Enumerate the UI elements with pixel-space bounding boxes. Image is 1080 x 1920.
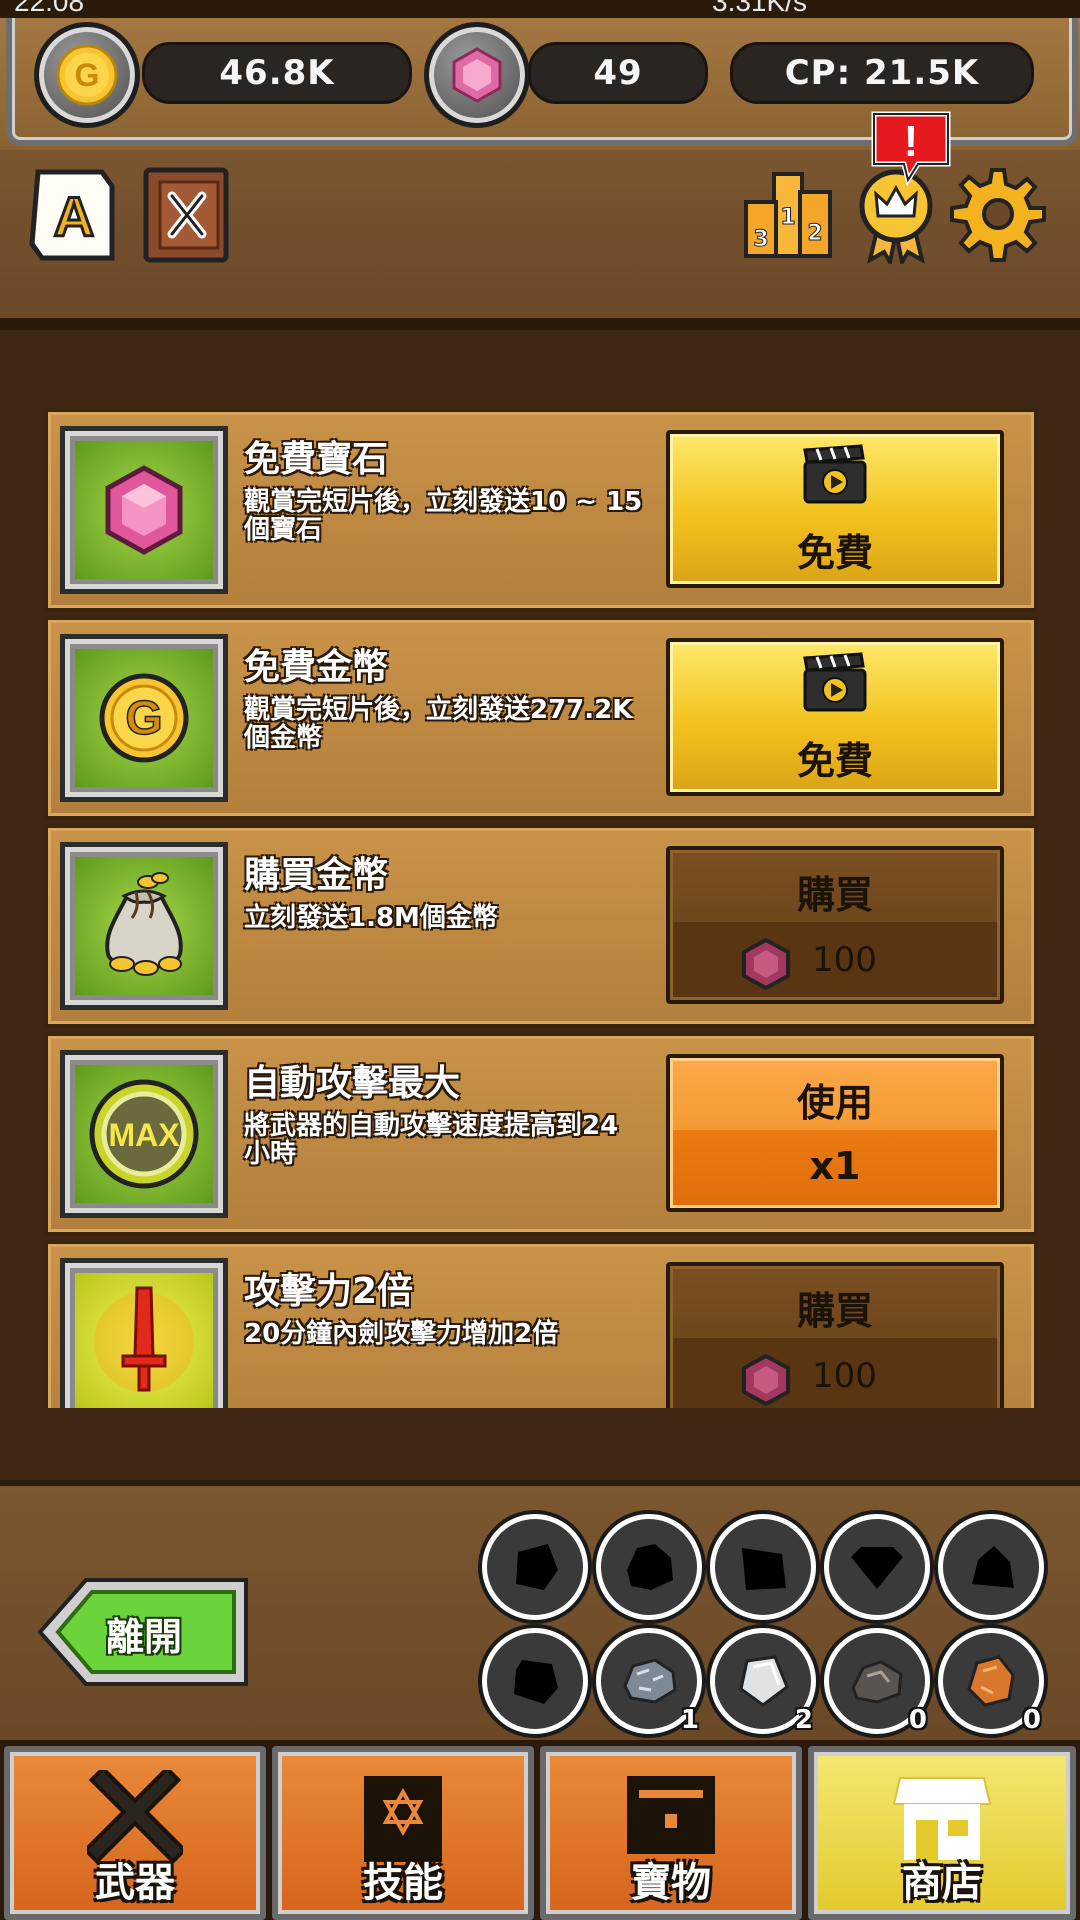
silver-ore[interactable]: 2 bbox=[710, 1628, 816, 1735]
buy-attack-double-button[interactable]: 購買 100 bbox=[666, 1262, 1004, 1408]
tab-label: 技能 bbox=[363, 1860, 443, 1906]
ore-slot-1[interactable] bbox=[482, 1514, 588, 1620]
button-label: 購買 bbox=[796, 1289, 873, 1333]
tab-weapons[interactable]: 武器 bbox=[4, 1746, 266, 1920]
item-description: 20分鐘內劍攻擊力增加2倍 bbox=[244, 1319, 559, 1349]
podium-digit-3: 3 bbox=[753, 227, 768, 252]
ore-slot-6[interactable] bbox=[482, 1628, 588, 1734]
gold-coin-icon: G bbox=[75, 649, 213, 787]
status-bar: 22:08 3.31K/s bbox=[0, 0, 1080, 18]
item-icon-frame bbox=[60, 426, 228, 594]
status-time: 22:08 bbox=[14, 0, 85, 17]
video-clapper-icon bbox=[801, 652, 869, 718]
button-label: 免費 bbox=[796, 739, 873, 783]
ore-slot-5[interactable] bbox=[938, 1514, 1044, 1620]
leave-button[interactable]: 離開 bbox=[36, 1576, 250, 1688]
copper-ore[interactable]: 0 bbox=[938, 1628, 1044, 1735]
shop-item-attack-double: 攻擊力2倍 20分鐘內劍攻擊力增加2倍 購買 100 bbox=[44, 1240, 1038, 1408]
item-icon-frame: G bbox=[60, 634, 228, 802]
gem-icon bbox=[740, 937, 792, 994]
ranking-podium-icon[interactable]: 312 bbox=[742, 166, 834, 260]
flaming-sword-icon bbox=[75, 1273, 213, 1408]
shop-list[interactable]: 免費寶石 觀賞完短片後，立刻發送10 ~ 15個寶石 免費 G 免費金幣 觀賞完… bbox=[40, 408, 1040, 1408]
alert-badge: ! bbox=[866, 108, 956, 186]
item-title: 自動攻擊最大 bbox=[244, 1063, 461, 1104]
gold-amount: 46.8K bbox=[142, 42, 412, 104]
shop-item-free-gems: 免費寶石 觀賞完短片後，立刻發送10 ~ 15個寶石 免費 bbox=[44, 408, 1038, 612]
podium-digit-2: 2 bbox=[807, 221, 822, 246]
shop-list-panel: 免費寶石 觀賞完短片後，立刻發送10 ~ 15個寶石 免費 G 免費金幣 觀賞完… bbox=[0, 330, 1080, 1480]
item-description: 觀賞完短片後，立刻發送10 ~ 15個寶石 bbox=[244, 487, 643, 545]
button-label: 購買 bbox=[796, 873, 873, 917]
item-icon-frame bbox=[60, 842, 228, 1010]
header-divider bbox=[0, 318, 1080, 330]
iron-ore[interactable]: 1 bbox=[596, 1628, 702, 1735]
ore-slot-4[interactable] bbox=[824, 1514, 930, 1620]
item-description: 觀賞完短片後，立刻發送277.2K個金幣 bbox=[244, 695, 633, 753]
tab-label: 寶物 bbox=[631, 1860, 711, 1906]
money-bag-icon bbox=[75, 857, 213, 995]
gem-icon bbox=[424, 22, 530, 128]
quest-letter: A bbox=[54, 185, 94, 248]
item-title: 購買金幣 bbox=[244, 855, 389, 896]
ore-count: 1 bbox=[680, 1705, 699, 1735]
buy-gold-button[interactable]: 購買 100 bbox=[666, 846, 1004, 1004]
gem-icon bbox=[740, 1353, 792, 1408]
item-title: 免費金幣 bbox=[244, 647, 389, 688]
shop-item-buy-gold: 購買金幣 立刻發送1.8M個金幣 購買 100 bbox=[44, 824, 1038, 1028]
tab-label: 武器 bbox=[95, 1860, 175, 1906]
free-gold-button[interactable]: 免費 bbox=[666, 638, 1004, 796]
gem-amount: 49 bbox=[528, 42, 708, 104]
shop-item-auto-attack-max: MAX 自動攻擊最大 將武器的自動攻擊速度提高到24小時 使用 x1 bbox=[44, 1032, 1038, 1236]
max-label: MAX bbox=[108, 1117, 180, 1153]
ore-slot-2[interactable] bbox=[596, 1514, 702, 1620]
gem-icon bbox=[75, 441, 213, 579]
gold-coin-icon: G bbox=[34, 22, 140, 128]
use-auto-attack-button[interactable]: 使用 x1 bbox=[666, 1054, 1004, 1212]
item-icon-frame bbox=[60, 1258, 228, 1408]
weapon-book-icon[interactable] bbox=[142, 166, 230, 264]
item-description: 立刻發送1.8M個金幣 bbox=[244, 903, 498, 933]
free-gems-button[interactable]: 免費 bbox=[666, 430, 1004, 588]
tab-shop[interactable]: 商店 bbox=[808, 1746, 1076, 1920]
ore-slot-3[interactable] bbox=[710, 1514, 816, 1620]
tab-skills[interactable]: 技能 bbox=[272, 1746, 534, 1920]
svg-text:G: G bbox=[125, 692, 162, 745]
item-title: 攻擊力2倍 bbox=[244, 1271, 414, 1312]
bottom-nav: 武器 技能 寶物 商店 bbox=[0, 1740, 1080, 1920]
quest-a-icon[interactable]: A bbox=[28, 166, 120, 264]
alert-mark: ! bbox=[904, 117, 919, 166]
ore-count: 0 bbox=[908, 1705, 927, 1735]
price-label: 100 bbox=[812, 1356, 877, 1396]
combat-power: CP: 21.5K bbox=[730, 42, 1034, 104]
item-icon-frame: MAX bbox=[60, 1050, 228, 1218]
dark-ore[interactable]: 0 bbox=[824, 1628, 930, 1735]
ore-count: 2 bbox=[794, 1705, 813, 1735]
video-clapper-icon bbox=[801, 444, 869, 510]
button-label: 免費 bbox=[796, 531, 873, 575]
button-label: 使用 bbox=[796, 1081, 873, 1125]
podium-digit-1: 1 bbox=[780, 205, 795, 230]
treasure-chest-icon bbox=[546, 1770, 796, 1860]
status-network-speed: 3.31K/s bbox=[712, 0, 807, 17]
svg-text:G: G bbox=[75, 57, 100, 93]
item-description: 將武器的自動攻擊速度提高到24小時 bbox=[244, 1111, 619, 1169]
leave-label: 離開 bbox=[106, 1615, 183, 1659]
ore-count: 0 bbox=[1022, 1705, 1041, 1735]
quantity-label: x1 bbox=[809, 1144, 861, 1188]
item-title: 免費寶石 bbox=[244, 439, 389, 480]
shop-item-free-gold: G 免費金幣 觀賞完短片後，立刻發送277.2K個金幣 免費 bbox=[44, 616, 1038, 820]
max-orb-icon: MAX bbox=[75, 1065, 213, 1203]
tab-label: 商店 bbox=[902, 1860, 982, 1906]
settings-gear-icon[interactable] bbox=[950, 166, 1046, 262]
tab-treasures[interactable]: 寶物 bbox=[540, 1746, 802, 1920]
price-label: 100 bbox=[812, 940, 877, 980]
